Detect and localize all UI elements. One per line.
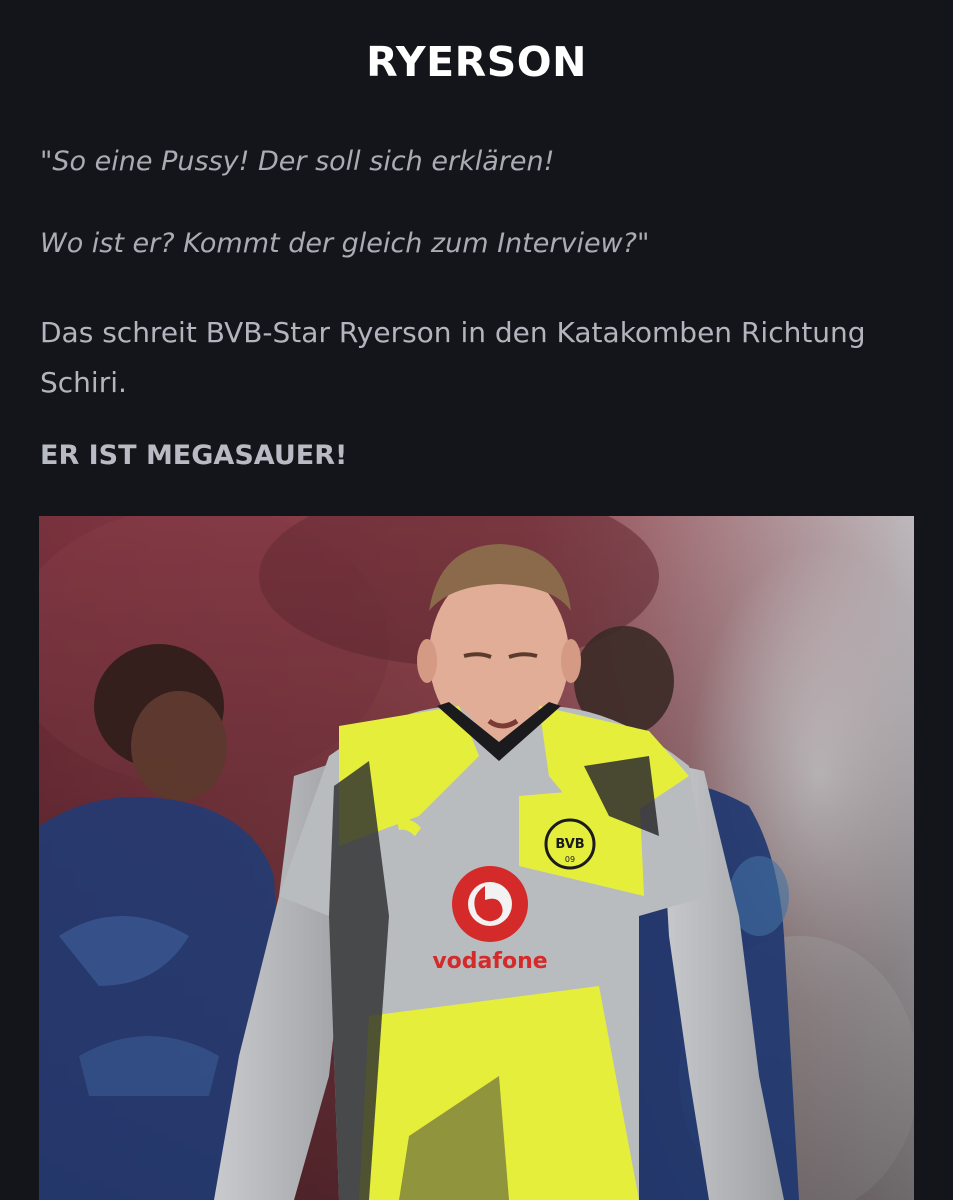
- article-photo: BVB 09 vodafone: [39, 516, 914, 1200]
- sponsor-text: vodafone: [432, 949, 547, 974]
- article-emphasis: ER IST MEGASAUER!: [40, 440, 348, 471]
- player-photo-illustration: BVB 09 vodafone: [39, 516, 914, 1200]
- bvb-crest-icon: BVB 09: [544, 818, 596, 870]
- article: RYERSON "So eine Pussy! Der soll sich er…: [0, 0, 953, 1200]
- quote-line-2: Wo ist er? Kommt der gleich zum Intervie…: [40, 228, 650, 259]
- article-headline: RYERSON: [366, 38, 587, 86]
- crest-text: BVB: [555, 837, 584, 852]
- article-paragraph: Das schreit BVB-Star Ryerson in den Kata…: [40, 316, 866, 399]
- quote-line-1: "So eine Pussy! Der soll sich erklären!: [40, 146, 555, 177]
- crest-year: 09: [565, 855, 575, 864]
